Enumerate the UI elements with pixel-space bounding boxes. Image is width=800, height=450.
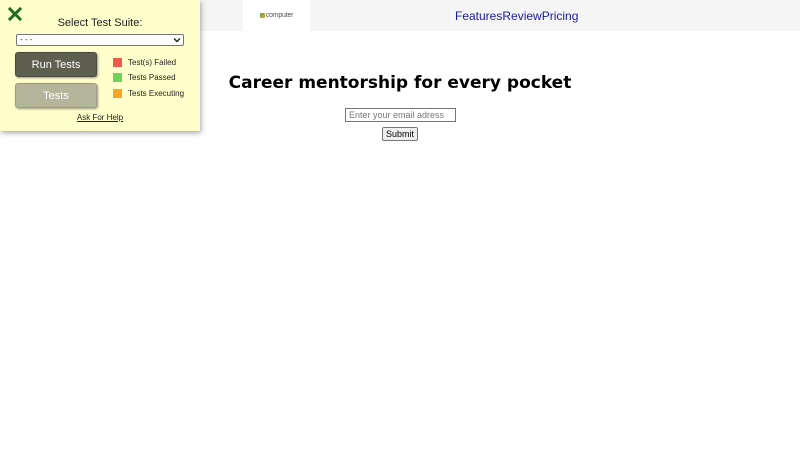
test-suite-select[interactable]: - - - — [16, 34, 184, 46]
test-suite-label: Select Test Suite: — [57, 17, 143, 29]
logo-container[interactable]: computer — [243, 0, 310, 31]
submit-button[interactable]: Submit — [382, 127, 418, 141]
legend-item-failed: Test(s) Failed — [113, 57, 184, 67]
legend-item-executing: Tests Executing — [113, 88, 184, 98]
run-tests-button[interactable]: Run Tests — [15, 52, 97, 77]
logo-mark-icon — [259, 13, 265, 18]
main-nav: Features Review Pricing — [455, 9, 578, 23]
email-field[interactable] — [345, 108, 456, 122]
nav-link-pricing[interactable]: Pricing — [542, 9, 579, 23]
legend-label: Tests Passed — [128, 73, 176, 82]
test-status-legend: Test(s) Failed Tests Passed Tests Execut… — [113, 57, 184, 104]
chevron-down-icon — [173, 38, 181, 43]
legend-label: Test(s) Failed — [128, 57, 177, 67]
nav-link-review[interactable]: Review — [502, 9, 541, 23]
legend-label: Tests Executing — [128, 88, 185, 98]
tests-button[interactable]: Tests — [15, 83, 97, 108]
logo-text: computer — [265, 12, 294, 19]
nav-link-features[interactable]: Features — [455, 9, 502, 23]
logo[interactable]: computer — [259, 12, 294, 19]
executing-swatch-icon — [113, 88, 122, 98]
test-runner-panel: Select Test Suite: - - - Run Tests Tests… — [0, 0, 200, 131]
test-suite-selected-value: - - - — [20, 35, 33, 44]
ask-for-help-link[interactable]: Ask For Help — [0, 113, 200, 122]
passed-swatch-icon — [113, 73, 122, 82]
failed-swatch-icon — [113, 57, 122, 67]
legend-item-passed: Tests Passed — [113, 73, 184, 83]
